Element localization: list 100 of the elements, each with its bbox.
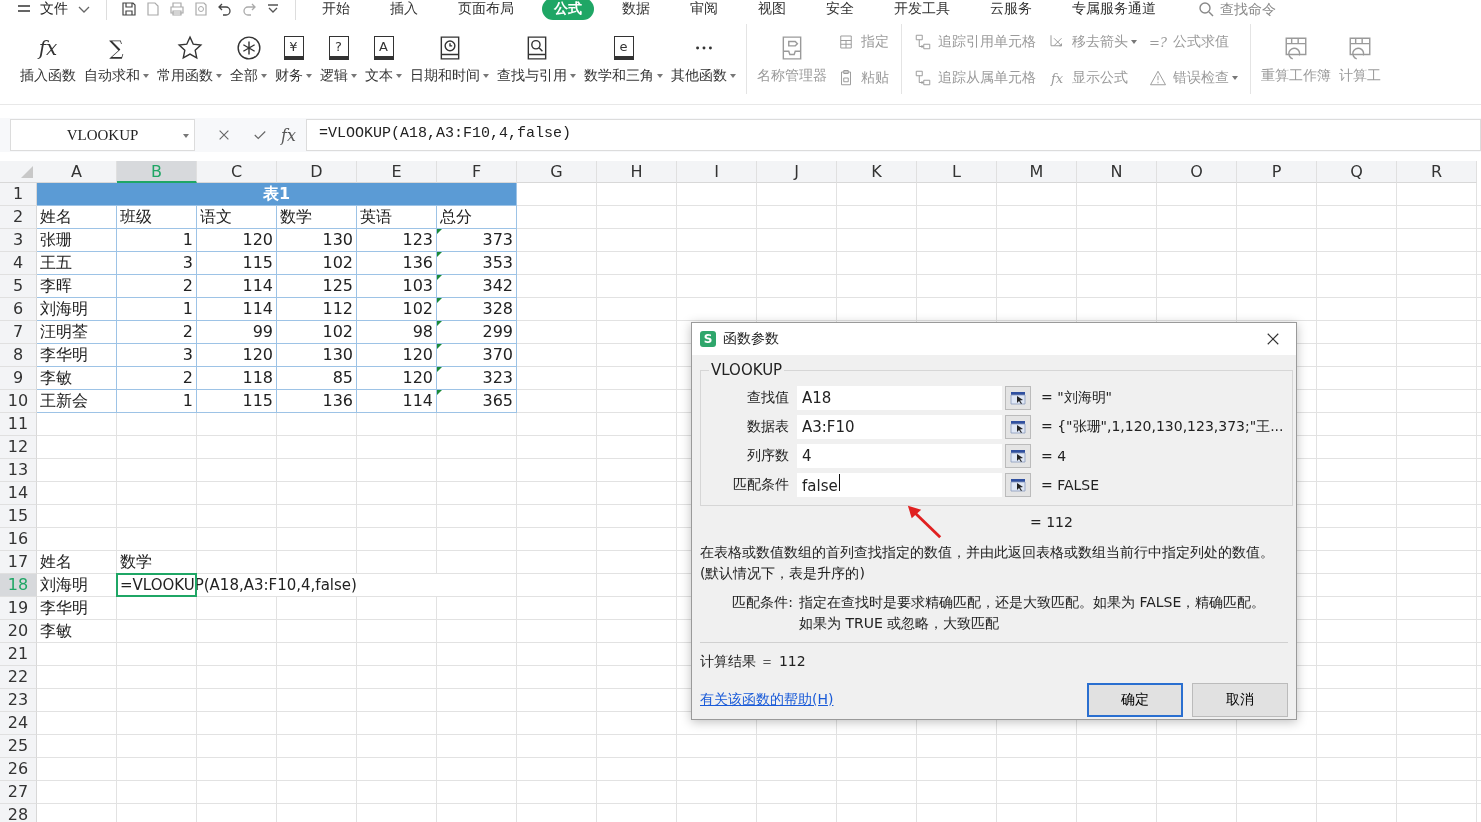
table-cell: 136 [277, 390, 357, 413]
row-header[interactable]: 7 [0, 321, 37, 344]
column-header[interactable]: M [997, 161, 1077, 183]
document-icon: ¥ [283, 36, 304, 60]
table-cell: 120 [197, 344, 277, 367]
row-header[interactable]: 13 [0, 459, 37, 482]
argument-field[interactable]: 4 [797, 443, 1002, 468]
ribbon-tab[interactable]: 云服务 [978, 0, 1044, 20]
column-header[interactable]: O [1157, 161, 1237, 183]
row-header[interactable]: 17 [0, 551, 37, 574]
row-header[interactable]: 11 [0, 413, 37, 436]
ribbon-button[interactable]: e 数学和三角 [580, 27, 667, 93]
table-cell: 114 [357, 390, 437, 413]
column-header[interactable]: J [757, 161, 837, 183]
range-select-button[interactable] [1005, 443, 1031, 468]
argument-field[interactable]: A18 [797, 385, 1002, 410]
row-header[interactable]: 1 [0, 183, 37, 206]
ribbon-tab[interactable]: 开始 [310, 0, 362, 20]
command-search-field[interactable]: 查找命令 [1218, 0, 1312, 18]
argument-label: 匹配条件 [732, 475, 789, 494]
range-select-button[interactable] [1005, 385, 1031, 410]
check-icon[interactable] [253, 128, 267, 142]
range-select-button[interactable] [1005, 472, 1031, 497]
row-header[interactable]: 12 [0, 436, 37, 459]
column-header[interactable]: Q [1317, 161, 1397, 183]
ribbon-button[interactable]: fx 插入函数 [16, 27, 80, 93]
ok-button[interactable]: 确定 [1087, 683, 1183, 717]
table-cursor-icon [1010, 476, 1026, 493]
row-header[interactable]: 25 [0, 735, 37, 758]
ribbon-tab[interactable]: 插入 [378, 0, 430, 20]
caret-icon [396, 74, 402, 78]
ribbon-button[interactable]: A 文本 [361, 27, 406, 93]
column-header[interactable]: R [1397, 161, 1477, 183]
formula-input[interactable]: =VLOOKUP(A18,A3:F10,4,false) [305, 119, 1481, 151]
table-cell: 99 [197, 321, 277, 344]
ribbon-tab[interactable]: 视图 [746, 0, 798, 20]
row-header[interactable]: 27 [0, 781, 37, 804]
column-header[interactable]: F [437, 161, 517, 183]
table-cell: 2 [117, 367, 197, 390]
ribbon-button[interactable]: 全部 [226, 27, 271, 93]
ribbon-button[interactable]: ? 逻辑 [316, 27, 361, 93]
document-icon: A [373, 36, 394, 60]
ribbon-tab[interactable]: 审阅 [678, 0, 730, 20]
row-header[interactable]: 24 [0, 712, 37, 735]
ribbon-button[interactable]: 常用函数 [153, 27, 226, 93]
column-header[interactable]: H [597, 161, 677, 183]
column-header[interactable]: K [837, 161, 917, 183]
row-header[interactable]: 2 [0, 206, 37, 229]
row-header[interactable]: 5 [0, 275, 37, 298]
save-icon[interactable] [121, 1, 137, 17]
table-cell: 1 [117, 390, 197, 413]
ribbon-button[interactable]: ¥ 财务 [271, 27, 316, 93]
column-header[interactable]: G [517, 161, 597, 183]
arguments-group: VLOOKUP 查找值 A18 = "刘海明" 数据表 A3:F10 = {"张珊",1,120,130,123,373;"王... 列序数 4 = 4 匹配条件 false = FALSE [700, 361, 1293, 506]
close-icon[interactable] [1266, 332, 1280, 346]
row-header[interactable]: 15 [0, 505, 37, 528]
cancel-button[interactable]: 取消 [1192, 683, 1288, 717]
ribbon-button[interactable]: ∑ 自动求和 [80, 27, 153, 93]
name-box[interactable]: VLOOKUP [10, 119, 195, 151]
table-cell-text: 李华明 [39, 597, 89, 619]
argument-field[interactable]: A3:F10 [797, 414, 1002, 439]
help-link[interactable]: 有关该函数的帮助(H) [700, 691, 834, 709]
ribbon-tab[interactable]: 数据 [610, 0, 662, 20]
column-header[interactable]: A [37, 161, 117, 183]
insert-function-button[interactable]: fx [281, 125, 296, 145]
column-header[interactable]: C [197, 161, 277, 183]
row-header[interactable]: 23 [0, 689, 37, 712]
row-header[interactable]: 28 [0, 804, 37, 822]
row-header[interactable]: 22 [0, 666, 37, 689]
ribbon-tab[interactable]: 开发工具 [882, 0, 962, 20]
table-header-cell: 班级 [117, 206, 197, 229]
ribbon-tab[interactable]: 安全 [814, 0, 866, 20]
argument-field[interactable]: false [797, 472, 1002, 497]
row-header[interactable]: 16 [0, 528, 37, 551]
row-header[interactable]: 14 [0, 482, 37, 505]
ribbon-button[interactable]: 日期和时间 [406, 27, 493, 93]
file-menu[interactable]: 文件 [40, 0, 68, 18]
undo-icon[interactable] [217, 1, 233, 17]
row-header[interactable]: 3 [0, 229, 37, 252]
column-header[interactable]: E [357, 161, 437, 183]
column-header[interactable]: I [677, 161, 757, 183]
column-header[interactable]: D [277, 161, 357, 183]
row-header[interactable]: 26 [0, 758, 37, 781]
ribbon-button[interactable]: 其他函数 [667, 27, 740, 93]
row-header[interactable]: 6 [0, 298, 37, 321]
row-header[interactable]: 20 [0, 620, 37, 643]
column-header[interactable]: L [917, 161, 997, 183]
row-header[interactable]: 9 [0, 367, 37, 390]
column-header[interactable]: N [1077, 161, 1157, 183]
sheet-icon [1347, 35, 1373, 61]
row-header[interactable]: 4 [0, 252, 37, 275]
row-header[interactable]: 19 [0, 597, 37, 620]
ribbon-button[interactable]: 查找与引用 [493, 27, 580, 93]
ribbon-tab[interactable]: 专属服务通道 [1060, 0, 1168, 20]
row-header[interactable]: 10 [0, 390, 37, 413]
row-header[interactable]: 8 [0, 344, 37, 367]
row-header[interactable]: 21 [0, 643, 37, 666]
column-header[interactable]: P [1237, 161, 1317, 183]
ribbon-tab[interactable]: 页面布局 [446, 0, 526, 20]
range-select-button[interactable] [1005, 414, 1031, 439]
